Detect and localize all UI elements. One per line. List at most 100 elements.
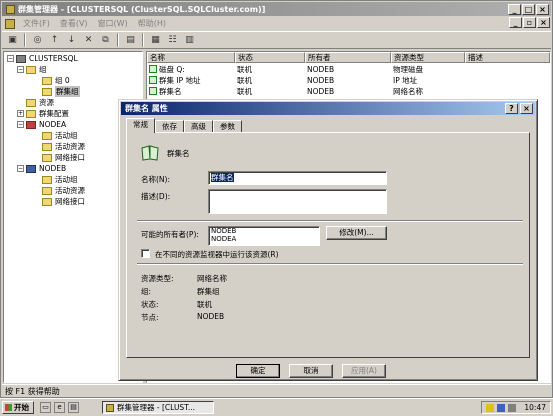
tree-item-group0[interactable]: 组 0 (42, 75, 70, 86)
owner-item[interactable]: NODEA (211, 235, 319, 243)
expand-icon[interactable]: + (17, 110, 24, 117)
refresh-icon[interactable]: ▤ (123, 33, 138, 48)
title-bar[interactable]: 群集管理器 - [CLUSTERSQL (ClusterSQL.SQLClust… (2, 2, 551, 16)
large-icons-icon[interactable]: ▦ (148, 33, 163, 48)
dialog-title: 群集名 属性 (125, 104, 168, 113)
toolbar: ▣ ◎ ↑ ↓ ✕ ⧉ ▤ ▦ ☷ ▥ (2, 31, 551, 49)
tree-item-nodeb-active-resources[interactable]: 活动资源 (42, 185, 85, 196)
tree-item-nodeb-network-interfaces[interactable]: 网络接口 (42, 196, 85, 207)
tree-item-root[interactable]: CLUSTERSQL (16, 53, 78, 64)
bring-online-icon[interactable]: ↑ (47, 33, 62, 48)
tree-item-cluster-group[interactable]: 群集组 (42, 86, 80, 97)
folder-icon (42, 197, 52, 206)
start-button[interactable]: 开始 (2, 401, 34, 414)
take-offline-icon[interactable]: ↓ (64, 33, 79, 48)
status-bar: 按 F1 获得帮助 (2, 384, 551, 397)
tab-panel-general: 群集名 名称(N): 群集名 描述(D): 可能的所有者(P): NODEB N… (126, 132, 530, 358)
folder-icon (26, 65, 36, 74)
tree-item-nodea[interactable]: NODEA (26, 119, 66, 130)
folder-icon (42, 76, 52, 85)
separate-monitor-checkbox[interactable] (141, 249, 150, 258)
properties-dialog: 群集名 属性 ? × 常规 依存 高级 参数 群集名 名称(N): 群集名 描述… (118, 99, 538, 381)
info-value: 联机 (197, 300, 212, 309)
menu-window[interactable]: 窗口(W) (93, 18, 133, 29)
tree-item-nodea-active-resources[interactable]: 活动资源 (42, 141, 85, 152)
modify-button[interactable]: 修改(M)... (326, 226, 387, 240)
network-name-icon (149, 87, 157, 95)
windows-logo-icon (5, 404, 12, 411)
separate-monitor-label: 在不同的资源监视器中运行该资源(R) (155, 250, 279, 259)
column-name[interactable]: 名称 (147, 52, 235, 63)
document-icon[interactable] (5, 18, 15, 29)
name-label: 名称(N): (141, 175, 170, 184)
collapse-icon[interactable]: − (7, 55, 14, 62)
list-header: 名称 状态 所有者 资源类型 描述 (147, 52, 550, 63)
name-field[interactable]: 群集名 (208, 171, 387, 185)
new-icon[interactable]: ⧉ (98, 33, 113, 48)
tree-item-resources[interactable]: 资源 (26, 97, 54, 108)
possible-owners-list[interactable]: NODEB NODEA (208, 226, 320, 246)
tab-general[interactable]: 常规 (126, 118, 155, 133)
divider (137, 263, 523, 265)
delete-icon[interactable]: ✕ (81, 33, 96, 48)
column-state[interactable]: 状态 (235, 52, 305, 63)
help-button[interactable]: ? (505, 103, 518, 114)
network-icon[interactable] (497, 404, 505, 412)
dialog-close-button[interactable]: × (520, 103, 533, 114)
tree-item-nodea-network-interfaces[interactable]: 网络接口 (42, 152, 85, 163)
cluster-icon (16, 54, 26, 63)
mdi-close-button[interactable]: × (537, 17, 550, 28)
desktop-icon[interactable]: ▭ (40, 402, 51, 413)
close-button[interactable]: × (536, 4, 549, 15)
dialog-title-bar[interactable]: 群集名 属性 ? × (121, 102, 535, 115)
cluster-open-icon[interactable]: ▣ (5, 33, 20, 48)
toolbar-separator (142, 33, 144, 47)
column-type[interactable]: 资源类型 (391, 52, 465, 63)
collapse-icon[interactable]: − (17, 165, 24, 172)
description-field[interactable] (208, 189, 387, 214)
ip-address-icon (149, 76, 157, 84)
folder-icon[interactable]: ▤ (68, 402, 79, 413)
cancel-button[interactable]: 取消 (289, 364, 333, 378)
tree-item-cluster-config[interactable]: 群集配置 (26, 108, 69, 119)
tree-item-nodeb-active-groups[interactable]: 活动组 (42, 174, 78, 185)
menu-bar: 文件(F) 查看(V) 窗口(W) 帮助(H) (2, 17, 551, 30)
small-icons-icon[interactable]: ☷ (165, 33, 180, 48)
table-row[interactable]: 群集 IP 地址 联机 NODEB IP 地址 (147, 75, 465, 86)
tree-item-groups[interactable]: 组 (26, 64, 47, 75)
details-icon[interactable]: ▥ (182, 33, 197, 48)
table-row[interactable]: 群集名 联机 NODEB 网络名称 (147, 86, 465, 97)
info-value: 网络名称 (197, 274, 227, 283)
folder-icon (26, 98, 36, 107)
column-owner[interactable]: 所有者 (305, 52, 391, 63)
apply-button[interactable]: 应用(A) (342, 364, 386, 378)
clock[interactable]: 10:47 (524, 402, 546, 413)
taskbar-item[interactable]: 群集管理器 - [CLUST... (102, 401, 214, 414)
ok-button[interactable]: 确定 (236, 364, 280, 378)
maximize-button[interactable]: □ (522, 4, 535, 15)
volume-icon[interactable] (508, 404, 516, 412)
info-value: 群集组 (197, 287, 220, 296)
taskbar: 开始 ▭ e ▤ 群集管理器 - [CLUST... 10:47 (0, 398, 553, 416)
menu-help[interactable]: 帮助(H) (133, 18, 171, 29)
system-tray: 10:47 (481, 401, 551, 414)
owner-item[interactable]: NODEB (211, 227, 319, 235)
browser-icon[interactable]: e (54, 402, 65, 413)
collapse-icon[interactable]: − (17, 121, 24, 128)
menu-view[interactable]: 查看(V) (55, 18, 93, 29)
description-label: 描述(D): (141, 192, 171, 201)
tree-item-nodea-active-groups[interactable]: 活动组 (42, 130, 78, 141)
mdi-restore-button[interactable]: ▫ (523, 17, 536, 28)
table-row[interactable]: 磁盘 Q: 联机 NODEB 物理磁盘 (147, 64, 465, 75)
disk-icon (149, 65, 157, 73)
properties-icon[interactable]: ◎ (30, 33, 45, 48)
folder-icon (42, 186, 52, 195)
menu-file[interactable]: 文件(F) (18, 18, 55, 29)
tree-item-nodeb[interactable]: NODEB (26, 163, 66, 174)
column-desc[interactable]: 描述 (465, 52, 550, 63)
warning-icon[interactable] (486, 404, 494, 412)
toolbar-separator (117, 33, 119, 47)
minimize-button[interactable]: _ (508, 4, 521, 15)
collapse-icon[interactable]: − (17, 66, 24, 73)
mdi-minimize-button[interactable]: _ (509, 17, 522, 28)
